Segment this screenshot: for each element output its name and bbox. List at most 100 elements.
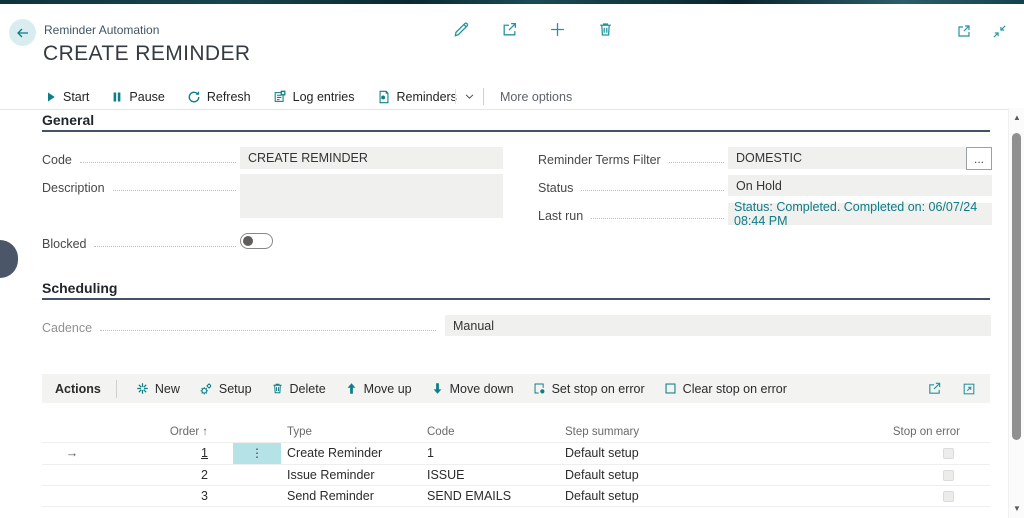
reminders-dropdown-button[interactable] xyxy=(464,91,475,102)
reminder-document-icon xyxy=(377,90,391,104)
reminders-button[interactable]: Reminders xyxy=(377,90,457,104)
page: Reminder Automation CREATE REMINDER Star… xyxy=(0,0,1024,518)
actions-title[interactable]: Actions xyxy=(42,382,116,396)
record-box-icon xyxy=(533,382,546,395)
side-panel-pull-tab[interactable] xyxy=(0,240,18,278)
table-row[interactable]: → 1 ⋮ Create Reminder 1 Default setup xyxy=(42,442,990,464)
dotted-leader xyxy=(581,190,724,191)
pause-icon xyxy=(111,91,123,103)
column-header-order[interactable]: Order↑ xyxy=(102,426,208,438)
open-in-new-window-icon[interactable] xyxy=(955,22,973,40)
dotted-leader xyxy=(113,190,236,191)
scheduling-section-heading[interactable]: Scheduling xyxy=(42,280,990,300)
general-section-heading[interactable]: General xyxy=(42,112,990,132)
stop-on-error-checkbox xyxy=(943,448,954,459)
log-entries-button[interactable]: Log entries xyxy=(273,90,355,104)
cadence-label: Cadence xyxy=(42,317,440,335)
separator xyxy=(483,88,484,105)
delete-row-button[interactable]: Delete xyxy=(271,382,326,396)
page-action-icons xyxy=(452,20,614,38)
last-run-link[interactable]: Status: Completed. Completed on: 06/07/2… xyxy=(728,203,992,225)
column-header-stop-on-error[interactable]: Stop on error xyxy=(765,426,990,438)
dotted-leader xyxy=(94,246,236,247)
blocked-label: Blocked xyxy=(42,233,240,251)
stop-on-error-checkbox xyxy=(943,491,954,502)
code-cell[interactable]: SEND EMAILS xyxy=(427,489,565,503)
breadcrumb[interactable]: Reminder Automation xyxy=(44,23,159,37)
set-stop-on-error-button[interactable]: Set stop on error xyxy=(533,382,645,396)
vertical-scrollbar[interactable]: ▲ ▼ xyxy=(1008,108,1024,518)
more-options-button[interactable]: More options xyxy=(500,90,572,104)
table-row[interactable]: 2 Issue Reminder ISSUE Default setup xyxy=(42,464,990,486)
cadence-field[interactable]: Manual xyxy=(445,315,991,336)
clear-stop-on-error-button[interactable]: Clear stop on error xyxy=(664,382,787,396)
order-cell[interactable]: 3 xyxy=(102,489,208,503)
table-row[interactable]: 3 Send Reminder SEND EMAILS Default setu… xyxy=(42,485,990,507)
dotted-leader xyxy=(669,162,724,163)
order-cell[interactable]: 2 xyxy=(102,468,208,482)
move-up-button[interactable]: Move up xyxy=(345,382,412,396)
code-cell[interactable]: 1 xyxy=(427,446,565,460)
refresh-button[interactable]: Refresh xyxy=(187,90,251,104)
command-bar: Start Pause Refresh Log entries Reminder… xyxy=(0,84,1024,110)
order-cell[interactable]: 1 xyxy=(102,446,208,460)
column-header-code[interactable]: Code xyxy=(427,426,565,438)
share-icon[interactable] xyxy=(500,20,518,38)
gears-icon xyxy=(199,382,213,396)
collapse-icon[interactable] xyxy=(990,22,1008,40)
delete-icon[interactable] xyxy=(596,20,614,38)
row-context-menu-button[interactable]: ⋮ xyxy=(233,443,281,464)
share-icon[interactable] xyxy=(925,380,943,398)
log-document-icon xyxy=(273,90,287,104)
step-summary-cell[interactable]: Default setup xyxy=(565,489,765,503)
scrollbar-thumb[interactable] xyxy=(1012,133,1021,440)
trash-icon xyxy=(271,382,284,395)
separator xyxy=(116,380,117,398)
actions-right-icons xyxy=(925,380,978,398)
type-cell[interactable]: Issue Reminder xyxy=(281,468,427,482)
browser-chrome-strip xyxy=(0,0,1024,4)
column-header-step-summary[interactable]: Step summary xyxy=(565,426,765,438)
back-button[interactable] xyxy=(9,19,36,46)
type-cell[interactable]: Create Reminder xyxy=(281,446,427,460)
new-button[interactable]: New xyxy=(136,382,180,396)
description-label: Description xyxy=(42,177,240,195)
move-down-button[interactable]: Move down xyxy=(431,382,514,396)
start-button[interactable]: Start xyxy=(45,90,89,104)
chevron-down-icon xyxy=(464,91,475,102)
status-label: Status xyxy=(538,177,728,195)
open-in-new-window-icon[interactable] xyxy=(960,380,978,398)
scroll-down-icon[interactable]: ▼ xyxy=(1009,504,1024,513)
arrow-left-icon xyxy=(15,25,31,41)
pause-button[interactable]: Pause xyxy=(111,90,164,104)
toggle-knob xyxy=(243,236,253,246)
description-field[interactable] xyxy=(240,174,503,218)
separator xyxy=(455,89,456,104)
assist-edit-button[interactable]: ... xyxy=(966,147,992,170)
last-run-label: Last run xyxy=(538,205,728,223)
type-cell[interactable]: Send Reminder xyxy=(281,489,427,503)
edit-icon[interactable] xyxy=(452,20,470,38)
dotted-leader xyxy=(80,162,236,163)
current-row-marker: → xyxy=(42,446,102,460)
blocked-toggle[interactable] xyxy=(240,233,273,249)
grid-body: → 1 ⋮ Create Reminder 1 Default setup 2 … xyxy=(42,442,990,507)
step-summary-cell[interactable]: Default setup xyxy=(565,468,765,482)
reminder-terms-filter-field[interactable]: DOMESTIC xyxy=(728,147,966,169)
scroll-up-icon[interactable]: ▲ xyxy=(1009,113,1024,122)
column-header-type[interactable]: Type xyxy=(281,426,427,438)
status-field[interactable]: On Hold xyxy=(728,175,992,196)
code-cell[interactable]: ISSUE xyxy=(427,468,565,482)
setup-button[interactable]: Setup xyxy=(199,382,252,396)
arrow-down-icon xyxy=(431,382,444,395)
code-field[interactable]: CREATE REMINDER xyxy=(240,147,503,169)
page-title: CREATE REMINDER xyxy=(43,42,250,66)
play-icon xyxy=(45,91,57,103)
window-controls xyxy=(955,22,1008,40)
reminder-terms-filter-label: Reminder Terms Filter xyxy=(538,149,728,167)
code-label: Code xyxy=(42,149,240,167)
add-icon[interactable] xyxy=(548,20,566,38)
step-summary-cell[interactable]: Default setup xyxy=(565,446,765,460)
stop-on-error-checkbox xyxy=(943,470,954,481)
dotted-leader xyxy=(100,330,436,331)
